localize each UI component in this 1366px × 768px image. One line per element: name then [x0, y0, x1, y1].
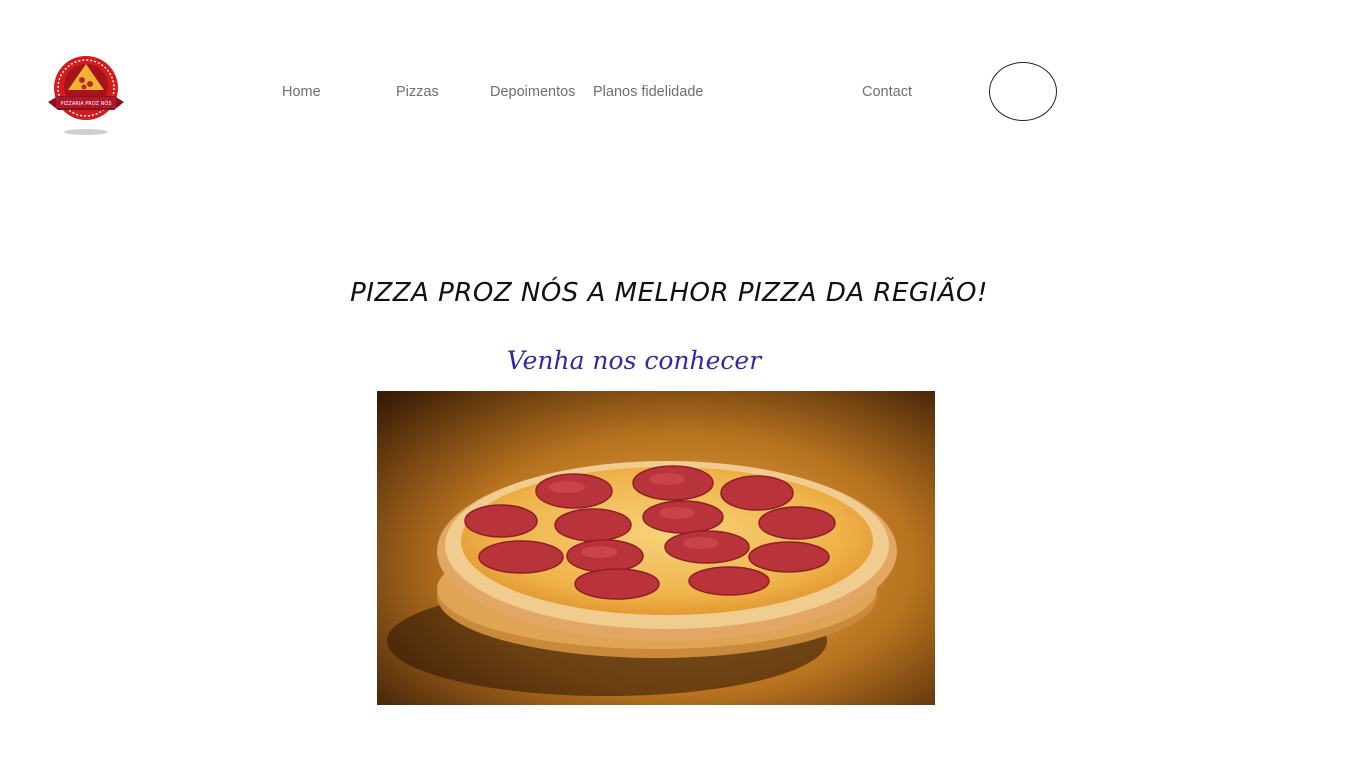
nav-home-link[interactable]: Home — [282, 84, 321, 100]
page: PIZZARIA PROZ NÓS Home Pizzas Depoimento… — [0, 0, 1366, 768]
circle-button[interactable] — [989, 62, 1057, 121]
nav-pizzas-link[interactable]: Pizzas — [396, 84, 439, 100]
nav-contact-link[interactable]: Contact — [862, 84, 912, 100]
hero-subtitle: Venha nos conhecer — [506, 346, 762, 375]
svg-text:PIZZARIA PROZ NÓS: PIZZARIA PROZ NÓS — [60, 100, 111, 107]
pizza-logo-icon[interactable]: PIZZARIA PROZ NÓS — [46, 50, 126, 136]
nav-depoimentos-link[interactable]: Depoimentos — [490, 84, 575, 100]
nav-planos-fidelidade-link[interactable]: Planos fidelidade — [593, 84, 703, 100]
pepperoni-pizza-photo — [377, 391, 935, 705]
hero-title: PIZZA PROZ NÓS A MELHOR PIZZA DA REGIÃO! — [350, 278, 988, 308]
